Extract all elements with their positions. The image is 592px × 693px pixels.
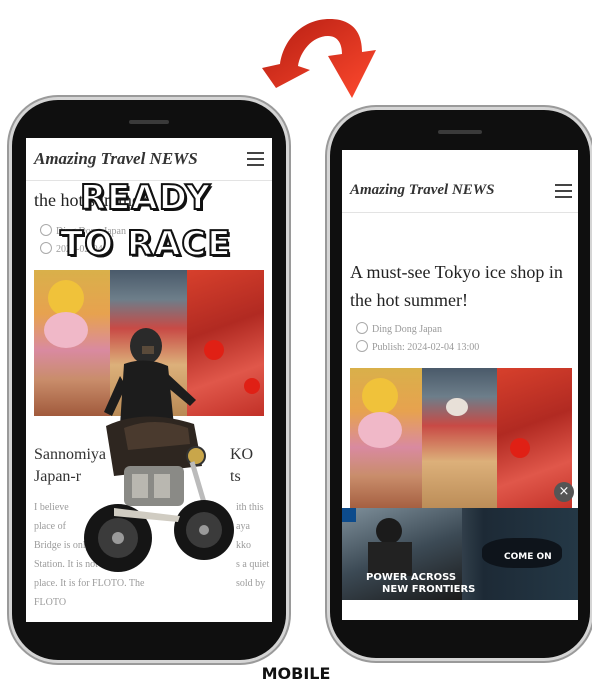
close-icon: × [558, 484, 570, 499]
ad-text-1: POWER ACROSS [366, 572, 457, 583]
right-phone-screen: Amazing Travel NEWS A must-see Tokyo ice… [342, 150, 578, 620]
article-author: Ding Dong Japan [356, 322, 442, 335]
user-icon [356, 322, 368, 334]
article-body-right: ith this aya kko s a quiet sold by [236, 502, 270, 589]
curved-arrow-icon [262, 19, 376, 98]
menu-icon[interactable] [555, 184, 572, 198]
menu-icon[interactable] [247, 152, 264, 166]
left-phone-screen: Amazing Travel NEWS the hot summer! Ding… [26, 138, 272, 622]
ad-text-3: COME ON [504, 552, 552, 562]
ad-text-2: NEW FRONTIERS [382, 584, 476, 595]
ready-overlay-line1: READY [79, 177, 212, 219]
article-publish-date: Publish: 2024-02-04 13:00 [356, 340, 479, 353]
motorcycle-image[interactable] [84, 316, 234, 586]
article-image [350, 368, 572, 512]
close-ad-button[interactable]: × [554, 482, 574, 502]
site-title: Amazing Travel NEWS [34, 149, 198, 168]
user-icon [40, 224, 52, 236]
left-phone: Amazing Travel NEWS the hot summer! Ding… [12, 100, 286, 660]
caption: MOBILE [261, 664, 331, 683]
ready-overlay-line2: TO RACE [59, 223, 232, 265]
clock-icon [356, 340, 368, 352]
video-ad-banner[interactable]: POWER ACROSS NEW FRONTIERS COME ON [342, 508, 578, 600]
site-title: Amazing Travel NEWS [350, 182, 495, 198]
clock-icon [40, 242, 52, 254]
right-phone: Amazing Travel NEWS A must-see Tokyo ice… [330, 110, 590, 658]
article-headline: A must-see Tokyo ice shop in the hot sum… [350, 262, 563, 310]
